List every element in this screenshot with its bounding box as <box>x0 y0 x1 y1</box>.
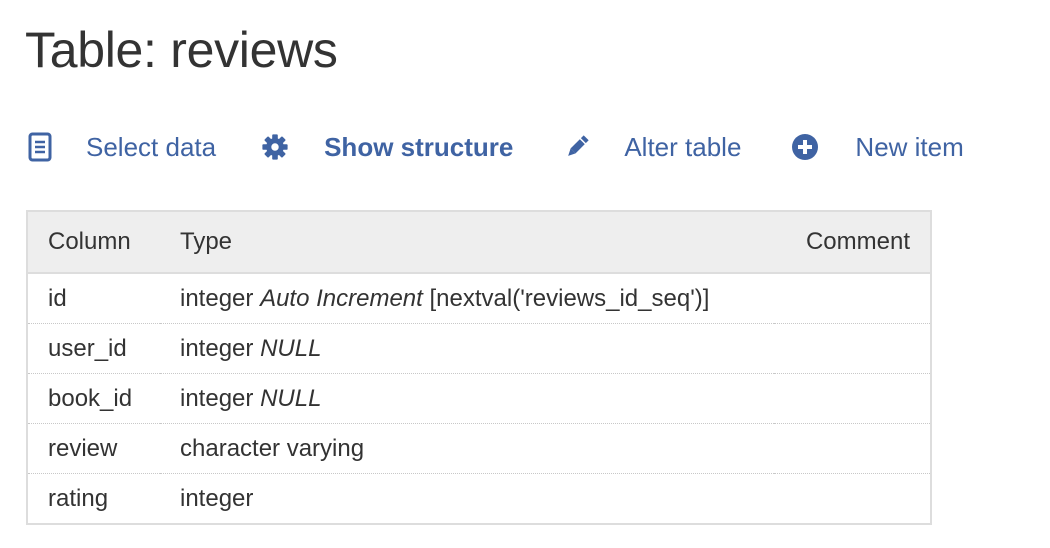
column-header: Column <box>27 211 160 274</box>
type-modifier: Auto Increment <box>260 284 423 312</box>
new-item-link[interactable]: New item <box>791 131 964 163</box>
column-comment <box>774 474 931 525</box>
column-type: integer NULL <box>160 373 775 424</box>
table-row: id integer Auto Increment [nextval('revi… <box>27 273 931 324</box>
table-header-row: Column Type Comment <box>27 211 931 274</box>
type-text: character varying <box>180 434 365 462</box>
alter-table-label: Alter table <box>624 131 742 162</box>
column-name: book_id <box>27 373 160 424</box>
type-header: Type <box>160 211 775 274</box>
plus-circle-icon <box>791 131 819 163</box>
column-name: id <box>27 273 160 324</box>
structure-table: Column Type Comment id integer Auto Incr… <box>26 210 932 525</box>
column-comment <box>774 373 931 424</box>
type-text: integer <box>180 484 254 512</box>
type-text: integer <box>180 284 254 312</box>
type-modifier: NULL <box>260 384 322 412</box>
table-row: user_id integer NULL <box>27 323 931 374</box>
select-data-label: Select data <box>86 131 217 162</box>
type-extra: [nextval('reviews_id_seq')] <box>429 284 710 312</box>
new-item-label: New item <box>855 131 964 162</box>
show-structure-label: Show structure <box>324 131 514 162</box>
column-comment <box>774 273 931 324</box>
table-row: review character varying <box>27 423 931 474</box>
type-text: integer <box>180 334 254 362</box>
toolbar: Select data Show structure Alter table N… <box>26 128 964 166</box>
column-name: user_id <box>27 323 160 374</box>
column-name: review <box>27 423 160 474</box>
show-structure-link[interactable]: Show structure <box>261 131 513 163</box>
comment-header: Comment <box>774 211 931 274</box>
column-type: character varying <box>160 423 775 474</box>
column-name: rating <box>48 484 109 512</box>
table-row: book_id integer NULL <box>27 373 931 424</box>
column-comment <box>774 323 931 374</box>
type-modifier: NULL <box>260 334 322 362</box>
column-type: integer Auto Increment [nextval('reviews… <box>160 273 775 324</box>
document-icon <box>26 131 54 163</box>
type-text: integer <box>180 384 254 412</box>
column-comment <box>774 423 931 474</box>
column-type: integer NULL <box>160 323 775 374</box>
gear-icon <box>261 131 289 163</box>
page-title: Table: reviews <box>25 22 338 78</box>
column-type: integer <box>160 474 774 525</box>
alter-table-link[interactable]: Alter table <box>563 131 741 163</box>
select-data-link[interactable]: Select data <box>26 131 216 163</box>
pencil-icon <box>563 131 591 163</box>
table-row: rating integer <box>27 474 931 525</box>
